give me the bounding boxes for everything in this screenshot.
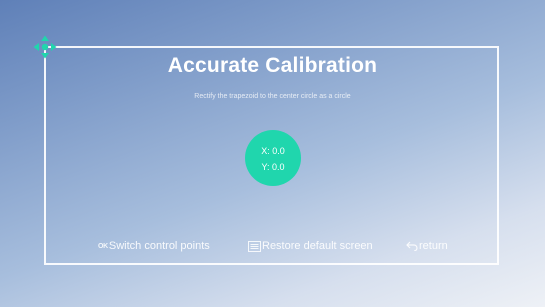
restore-default-screen-button[interactable]: Restore default screen: [248, 240, 373, 252]
page-title: Accurate Calibration: [167, 54, 378, 77]
return-label: return: [419, 240, 448, 252]
switch-control-points-button[interactable]: OK Switch control points: [98, 240, 210, 252]
x-offset-readout: X: 0.0: [261, 146, 285, 156]
return-button[interactable]: return: [406, 240, 448, 252]
menu-icon: [248, 240, 261, 252]
return-arrow-icon: [406, 241, 418, 251]
calibration-screen: Accurate Calibration Rectify the trapezo…: [0, 0, 545, 307]
action-bar: OK Switch control points Restore default…: [0, 240, 545, 254]
instruction-text: Rectify the trapezoid to the center circ…: [194, 93, 351, 100]
switch-control-points-label: Switch control points: [108, 240, 210, 252]
y-offset-readout: Y: 0.0: [261, 162, 285, 172]
restore-default-screen-label: Restore default screen: [262, 240, 373, 252]
center-circle: X: 0.0 Y: 0.0: [245, 130, 301, 186]
ok-icon: OK: [98, 242, 108, 250]
